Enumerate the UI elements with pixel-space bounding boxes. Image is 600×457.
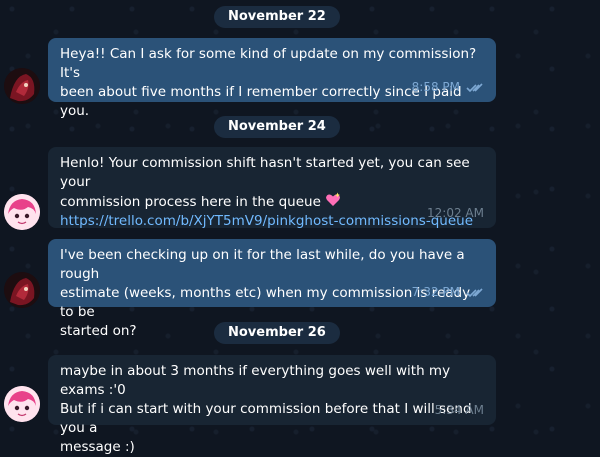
message-time: 7:32 PM xyxy=(411,285,460,299)
message-meta: 5:34 AM xyxy=(435,401,484,420)
queue-link[interactable]: https://trello.com/b/XjYT5mV9/pinkghost-… xyxy=(60,212,484,231)
message-bubble-incoming-2[interactable]: maybe in about 3 months if everything go… xyxy=(48,355,496,455)
double-check-icon xyxy=(466,287,483,297)
message-text-line: message :) xyxy=(60,439,135,455)
message-bubble-incoming-1[interactable]: Henlo! Your commission shift hasn't star… xyxy=(48,147,496,231)
avatar-image xyxy=(4,386,40,422)
message-meta: 8:58 PM xyxy=(412,78,484,97)
date-separator-nov-26: November 26 xyxy=(214,322,340,344)
message-text-line: Henlo! Your commission shift hasn't star… xyxy=(60,155,470,190)
message-bubble-outgoing-2[interactable]: I've been checking up on it for the last… xyxy=(48,239,496,339)
message-text-line: maybe in about 3 months if everything go… xyxy=(60,363,451,398)
message-meta: 12:02 AM xyxy=(427,204,484,223)
sparkling-heart-emoji xyxy=(326,192,341,206)
message-bubble-outgoing-1[interactable]: Heya!! Can I ask for some kind of update… xyxy=(48,38,496,119)
avatar-image xyxy=(4,272,40,308)
user-avatar[interactable] xyxy=(4,68,40,104)
message-time: 12:02 AM xyxy=(427,206,484,220)
message-text-line: I've been checking up on it for the last… xyxy=(60,247,465,282)
message-time: 8:58 PM xyxy=(411,80,460,94)
message-meta: 7:32 PM xyxy=(412,283,484,302)
user-avatar[interactable] xyxy=(4,272,40,308)
message-text-line: commission process here in the queue xyxy=(60,192,484,212)
message-text-fragment: commission process here in the queue xyxy=(60,194,321,210)
double-check-icon xyxy=(466,82,483,92)
date-separator-nov-22: November 22 xyxy=(214,6,340,28)
artist-avatar[interactable] xyxy=(4,194,40,230)
artist-avatar[interactable] xyxy=(4,386,40,422)
message-text-line: But if i can start with your commission … xyxy=(60,401,472,436)
avatar-image xyxy=(4,194,40,230)
avatar-image xyxy=(4,68,40,104)
message-time: 5:34 AM xyxy=(434,403,484,417)
date-separator-nov-24: November 24 xyxy=(214,116,340,138)
